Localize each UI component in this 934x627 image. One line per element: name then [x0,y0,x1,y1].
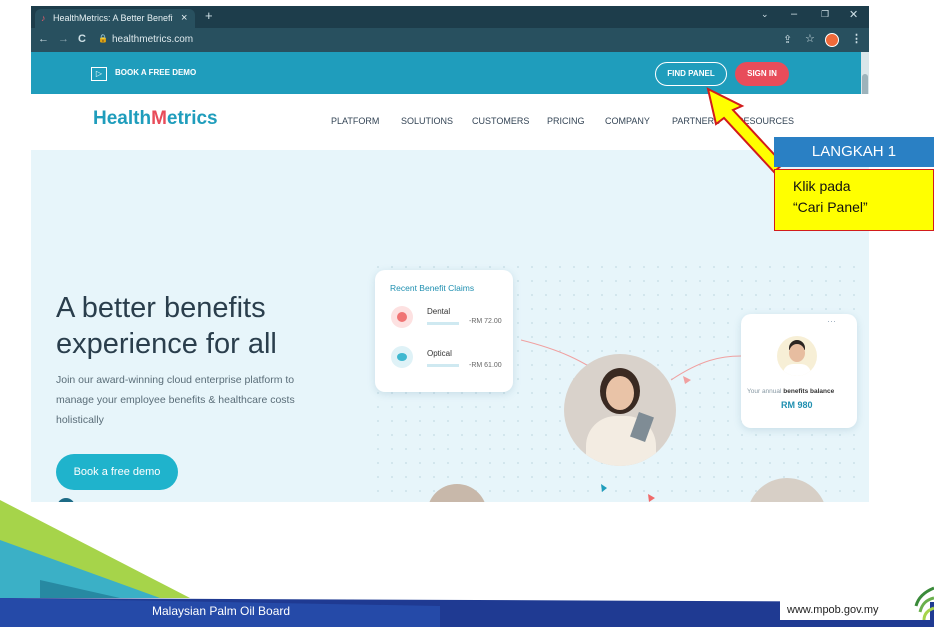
instruction-callout: Klik pada “Cari Panel” [774,169,934,231]
mpob-logo-icon [914,586,934,621]
step-label: LANGKAH 1 [774,137,934,167]
instruction-line1: Klik pada [793,178,851,194]
footer-url: www.mpob.gov.my [787,604,879,616]
footer-org-name: Malaysian Palm Oil Board [152,604,291,618]
instruction-line2: “Cari Panel” [793,199,868,215]
